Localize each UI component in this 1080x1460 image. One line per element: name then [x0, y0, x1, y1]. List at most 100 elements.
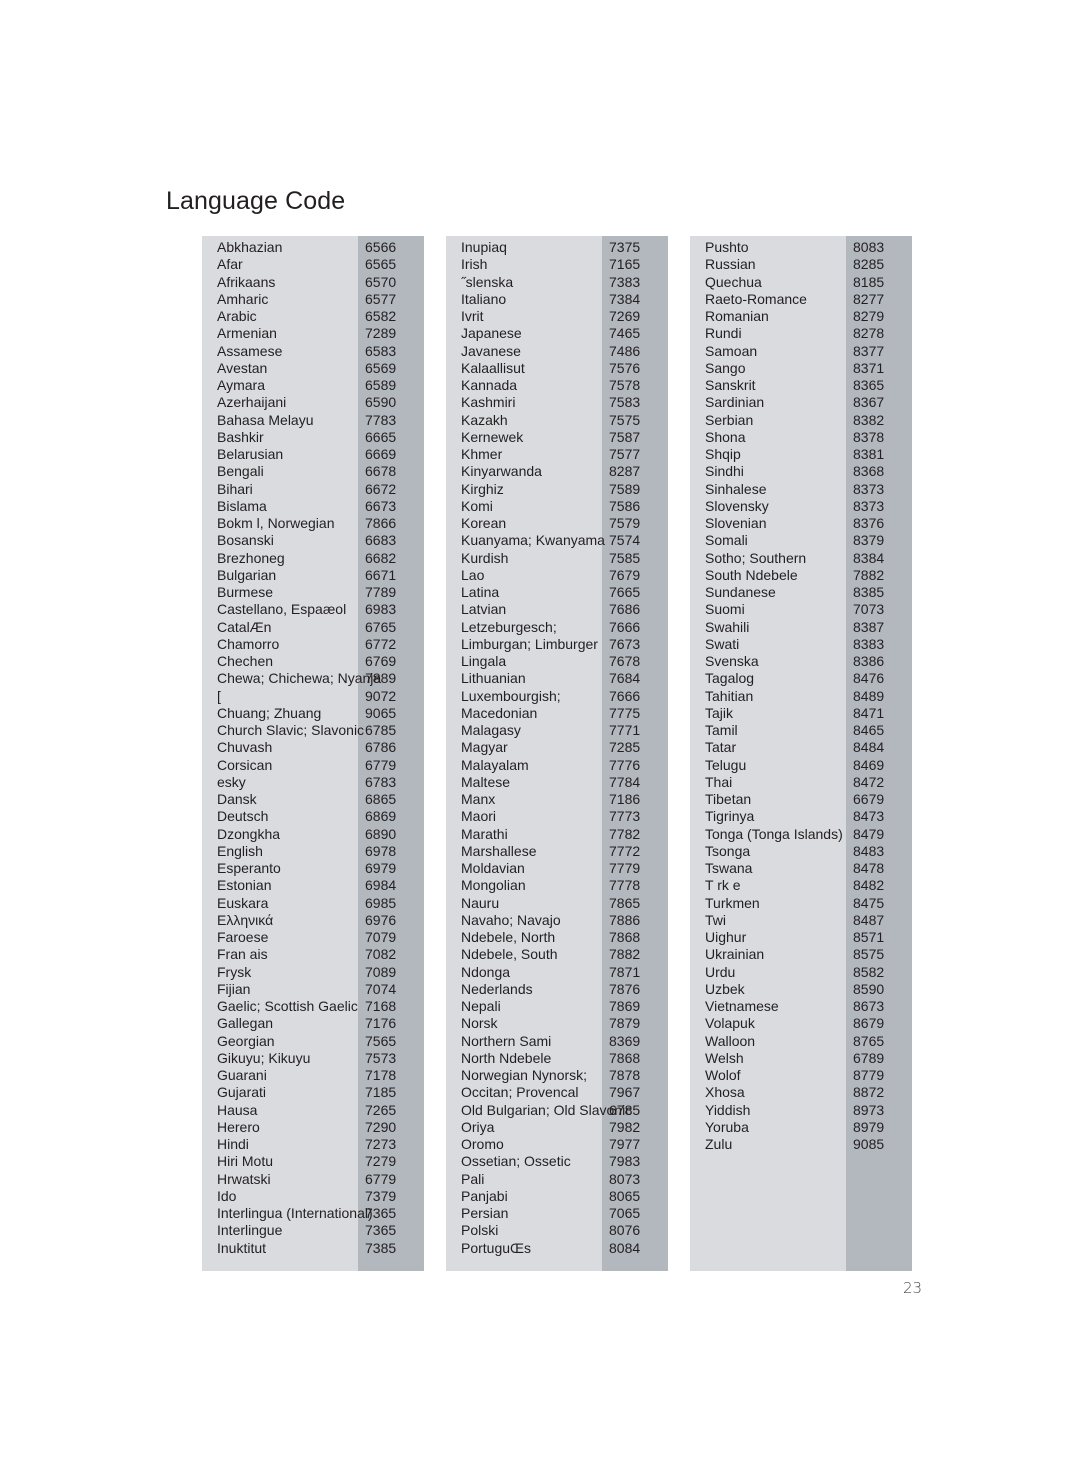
language-row: Malagasy 7771 [461, 722, 668, 739]
language-name: Tagalog [705, 670, 755, 687]
language-code: 7983 [609, 1153, 641, 1170]
language-code: 6665 [365, 428, 397, 445]
language-code: 7869 [609, 998, 641, 1014]
language-code: 7889 [365, 670, 397, 687]
language-row: Swati 8383 [705, 636, 912, 653]
language-name: Uzbek [705, 980, 745, 997]
language-row: Yiddish 8973 [705, 1102, 912, 1119]
language-code: 6779 [365, 1170, 397, 1187]
language-code: 7565 [365, 1032, 397, 1049]
language-code: 7772 [609, 842, 641, 859]
language-row: Ossetian; Ossetic 7983 [461, 1153, 668, 1170]
language-name: Japanese [461, 325, 522, 342]
language-column-1: Abkhazian 6566 Afar 6565 Afrikaans 6570 Amhari… [202, 236, 424, 1271]
language-name: Malayalam [461, 756, 529, 773]
language-row: Lingala 7678 [461, 653, 668, 670]
language-row: Gikuyu; Kikuyu 7573 [217, 1050, 424, 1067]
language-row: Telugu 8469 [705, 757, 912, 774]
language-code: 6590 [365, 394, 397, 411]
language-code: 8673 [853, 998, 885, 1014]
language-row: Zulu 9085 [705, 1136, 912, 1153]
language-name: Xhosa [705, 1084, 745, 1101]
language-code: 7178 [365, 1067, 397, 1083]
language-row: Quechua 8185 [705, 274, 912, 291]
language-name: Macedonian [461, 704, 538, 721]
language-row: Uighur 8571 [705, 929, 912, 946]
language-row: Irish 7165 [461, 256, 668, 273]
language-name: Occitan; Provencal [461, 1084, 579, 1101]
language-code: 7967 [609, 1084, 641, 1101]
language-row: Chuang; Zhuang 9065 [217, 705, 424, 722]
language-code: 6978 [365, 842, 397, 859]
language-code: 6984 [365, 877, 397, 894]
language-name: Burmese [217, 584, 274, 600]
language-code: 8367 [853, 394, 885, 411]
language-row: Romanian 8279 [705, 308, 912, 325]
language-row: Church Slavic; Slavonic 6785 [217, 722, 424, 739]
language-code: 6976 [365, 911, 397, 928]
language-code: 7679 [609, 566, 641, 583]
language-row: Italiano 7384 [461, 291, 668, 308]
language-name: Fijian [217, 980, 251, 997]
language-row: Ndonga 7871 [461, 964, 668, 981]
language-code: 7865 [609, 894, 641, 911]
language-code: 7486 [609, 342, 641, 359]
language-code: 7882 [853, 566, 885, 583]
language-row: Sanskrit 8365 [705, 377, 912, 394]
language-name: Volapuk [705, 1015, 755, 1032]
language-row: Faroese 7079 [217, 929, 424, 946]
language-code: 7673 [609, 635, 641, 652]
language-name: Moldavian [461, 860, 525, 876]
language-row: Tatar 8484 [705, 739, 912, 756]
language-code: 7074 [365, 980, 397, 997]
language-row: Suomi 7073 [705, 601, 912, 618]
language-row: Bokm l, Norwegian 7866 [217, 515, 424, 532]
language-row: Swahili 8387 [705, 619, 912, 636]
language-code: 7073 [853, 601, 885, 618]
language-name: Navaho; Navajo [461, 911, 561, 928]
language-row: Oriya 7982 [461, 1119, 668, 1136]
language-row: Interlingue 7365 [217, 1222, 424, 1239]
language-code: 8872 [853, 1084, 885, 1101]
language-name: Tibetan [705, 791, 752, 807]
language-name: Sindhi [705, 463, 744, 480]
language-row: Latvian 7686 [461, 601, 668, 618]
language-row: CatalÆn 6765 [217, 619, 424, 636]
language-code: 6679 [853, 791, 885, 807]
language-name: [ [217, 687, 221, 704]
language-name: Vietnamese [705, 998, 779, 1014]
language-code: 7574 [609, 532, 641, 549]
language-name: Norwegian Nynorsk; [461, 1067, 588, 1083]
language-name: Interlingue [217, 1222, 283, 1239]
language-name: Kinyarwanda [461, 463, 542, 480]
language-row: Burmese 7789 [217, 584, 424, 601]
language-row: Luxembourgish; 7666 [461, 688, 668, 705]
language-name: Wolof [705, 1067, 741, 1083]
language-name: Amharic [217, 290, 269, 307]
language-name: Samoan [705, 342, 758, 359]
language-code: 6569 [365, 359, 397, 376]
language-name: Interlingua (International) [217, 1205, 373, 1221]
language-code: 8484 [853, 739, 885, 756]
language-code: 7686 [609, 601, 641, 618]
language-code: 6589 [365, 377, 397, 393]
language-row: PortuguŒs 8084 [461, 1240, 668, 1257]
language-code: 7379 [365, 1187, 397, 1204]
language-name: Bashkir [217, 428, 264, 445]
language-code: 6669 [365, 446, 397, 462]
language-row: Chamorro 6772 [217, 636, 424, 653]
language-name: Letzeburgesch; [461, 618, 557, 635]
language-row: Northern Sami 8369 [461, 1033, 668, 1050]
language-code: 7684 [609, 670, 641, 687]
language-row: Tonga (Tonga Islands) 8479 [705, 826, 912, 843]
language-code: 8571 [853, 929, 885, 945]
language-name: Bahasa Melayu [217, 411, 314, 428]
language-row: Chewa; Chichewa; Nyanja 7889 [217, 670, 424, 687]
language-name: South Ndebele [705, 566, 798, 583]
language-row: Ivrit 7269 [461, 308, 668, 325]
language-name: Turkmen [705, 894, 760, 911]
language-row: Esperanto 6979 [217, 860, 424, 877]
language-code: 8582 [853, 963, 885, 980]
language-code: 7784 [609, 773, 641, 790]
language-name: Khmer [461, 446, 503, 462]
